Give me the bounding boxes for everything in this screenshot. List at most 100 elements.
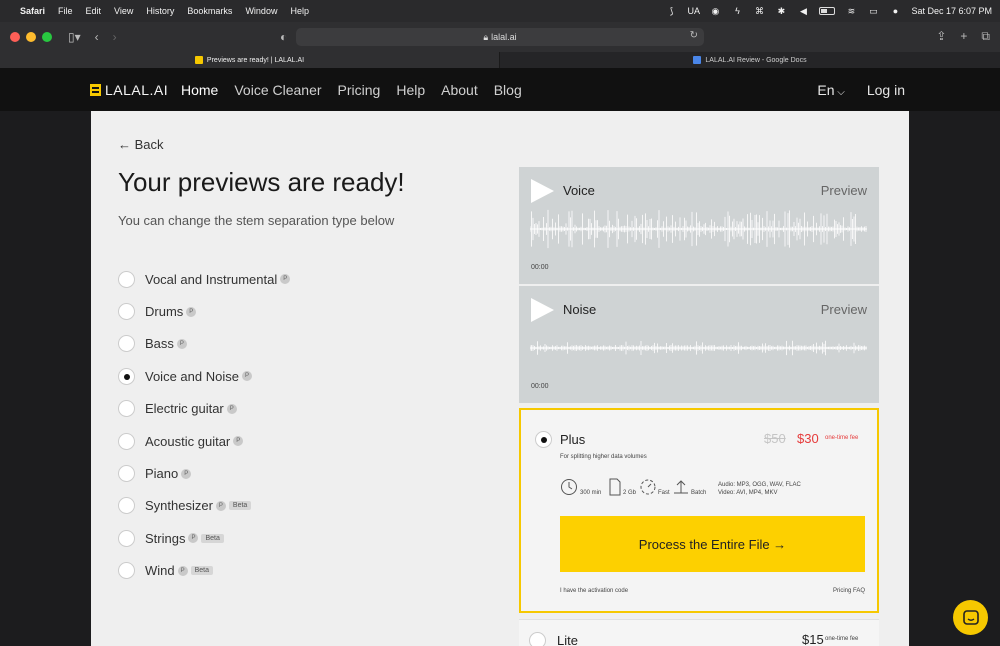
back-link[interactable]: ← Back xyxy=(118,137,164,152)
close-window-button[interactable] xyxy=(10,32,20,42)
plan-plus-card[interactable]: Plus $50 $30 one-time fee For splitting … xyxy=(519,408,879,613)
menu-app-name[interactable]: Safari xyxy=(20,6,45,16)
new-tab-icon[interactable]: + xyxy=(960,29,967,44)
option-label: Bass xyxy=(145,336,174,352)
option-synthesizer[interactable]: Synthesizer P Beta xyxy=(118,490,290,522)
option-strings[interactable]: Strings P Beta xyxy=(118,522,290,554)
tab-google-docs[interactable]: LALAL.AI Review - Google Docs xyxy=(500,52,1000,68)
nav-home[interactable]: Home xyxy=(181,82,218,98)
play-icon[interactable] xyxy=(531,298,554,322)
minimize-window-button[interactable] xyxy=(26,32,36,42)
language-label: En xyxy=(817,82,835,98)
activation-code-link[interactable]: I have the activation code xyxy=(560,588,628,594)
login-link[interactable]: Log in xyxy=(867,82,905,98)
menu-help[interactable]: Help xyxy=(290,6,309,16)
menu-window[interactable]: Window xyxy=(245,6,277,16)
option-wind[interactable]: Wind P Beta xyxy=(118,555,290,587)
plan-radio[interactable] xyxy=(529,632,546,646)
page-subtitle: You can change the stem separation type … xyxy=(118,213,395,228)
preview-panel: Voice Preview 00:00 Noise Preview 00:00 xyxy=(519,167,879,403)
nav-voice-cleaner[interactable]: Voice Cleaner xyxy=(234,82,321,98)
menubar-clock[interactable]: Sat Dec 17 6:07 PM xyxy=(911,6,992,16)
tab-bar: Previews are ready! | LALAL.AI LALAL.AI … xyxy=(0,52,1000,68)
volume-icon[interactable]: ◀ xyxy=(797,6,809,16)
premium-badge: P xyxy=(181,468,192,479)
bluetooth-icon[interactable]: ✱ xyxy=(775,6,787,16)
compass-icon[interactable]: ◉ xyxy=(709,6,721,16)
noise-waveform[interactable] xyxy=(530,326,867,370)
input-source[interactable]: UA xyxy=(687,6,700,16)
chat-icon xyxy=(962,609,979,625)
radio-button[interactable] xyxy=(118,270,135,288)
radio-button[interactable] xyxy=(118,529,135,547)
premium-badge: P xyxy=(176,338,187,349)
option-label: Voice and Noise xyxy=(145,368,239,384)
tab-overview-icon[interactable]: ⧉ xyxy=(981,29,990,44)
play-icon[interactable] xyxy=(531,179,554,203)
share-icon[interactable]: ⇪ xyxy=(936,29,946,44)
nav-pricing[interactable]: Pricing xyxy=(338,82,381,98)
voice-waveform[interactable] xyxy=(530,207,867,251)
plan-radio-selected[interactable] xyxy=(535,431,552,448)
sidebar-toggle-icon[interactable]: ▯▾ xyxy=(68,30,81,44)
broadcast-icon[interactable]: ⟆ xyxy=(665,6,677,16)
radio-button-selected[interactable] xyxy=(118,367,135,385)
lightning-icon[interactable]: ϟ xyxy=(731,6,743,16)
zoom-window-button[interactable] xyxy=(42,32,52,42)
forward-arrow-icon[interactable]: › xyxy=(113,30,117,44)
site-header: LALAL.AI Home Voice Cleaner Pricing Help… xyxy=(0,68,1000,111)
premium-badge: P xyxy=(280,274,291,285)
nav-help[interactable]: Help xyxy=(396,82,425,98)
option-bass[interactable]: Bass P xyxy=(118,328,290,360)
header-right: En ⌵ Log in xyxy=(817,82,905,98)
track-time: 00:00 xyxy=(531,383,549,390)
site-logo[interactable]: LALAL.AI xyxy=(90,82,168,98)
clock-icon xyxy=(561,479,577,495)
radio-button[interactable] xyxy=(118,562,135,580)
premium-badge: P xyxy=(226,403,237,414)
keyboard-icon[interactable]: ⌘ xyxy=(753,6,765,16)
video-formats: Video: AVI, MP4, MKV xyxy=(718,490,778,496)
radio-button[interactable] xyxy=(118,465,135,483)
plan-lite-card[interactable]: Lite $15 one-time fee xyxy=(519,619,879,646)
option-vocal-instrumental[interactable]: Vocal and Instrumental P xyxy=(118,263,291,295)
feature-speed: Fast xyxy=(640,478,670,496)
nav-about[interactable]: About xyxy=(441,82,478,98)
option-electric-guitar[interactable]: Electric guitar P xyxy=(118,393,290,425)
radio-button[interactable] xyxy=(118,335,135,353)
option-acoustic-guitar[interactable]: Acoustic guitar P xyxy=(118,425,290,457)
radio-button[interactable] xyxy=(118,400,135,418)
option-voice-noise[interactable]: Voice and Noise P xyxy=(118,360,290,392)
battery-icon[interactable] xyxy=(819,7,836,15)
menu-edit[interactable]: Edit xyxy=(86,6,102,16)
radio-button[interactable] xyxy=(118,432,135,450)
privacy-shield-icon[interactable]: ◐ xyxy=(280,30,287,44)
option-drums[interactable]: Drums P xyxy=(118,295,290,327)
language-select[interactable]: En ⌵ xyxy=(817,82,844,98)
radio-button[interactable] xyxy=(118,303,135,321)
tab-previews[interactable]: Previews are ready! | LALAL.AI xyxy=(0,52,500,68)
chat-support-button[interactable] xyxy=(953,600,988,635)
option-piano[interactable]: Piano P xyxy=(118,457,290,489)
wifi-icon[interactable]: ≋ xyxy=(845,6,857,16)
address-bar[interactable]: 🔒︎ lalal.ai ↻ xyxy=(296,28,704,46)
process-entire-file-button[interactable]: Process the Entire File → xyxy=(560,516,865,572)
reload-icon[interactable]: ↻ xyxy=(690,30,698,41)
menu-view[interactable]: View xyxy=(114,6,133,16)
main-content: ← Back Your previews are ready! You can … xyxy=(91,111,909,646)
menu-file[interactable]: File xyxy=(58,6,73,16)
separation-options: Vocal and Instrumental P Drums P Bass P … xyxy=(118,263,291,587)
back-arrow-icon[interactable]: ‹ xyxy=(95,30,99,44)
track-name: Noise xyxy=(563,302,597,317)
siri-icon[interactable]: ● xyxy=(889,6,901,16)
pricing-faq-link[interactable]: Pricing FAQ xyxy=(833,588,865,594)
control-center-icon[interactable]: ▭ xyxy=(867,6,879,16)
fee-label: one-time fee xyxy=(825,435,859,441)
beta-badge: Beta xyxy=(201,533,224,543)
nav-blog[interactable]: Blog xyxy=(494,82,522,98)
menu-bookmarks[interactable]: Bookmarks xyxy=(187,6,232,16)
premium-badge: P xyxy=(177,565,188,576)
menu-history[interactable]: History xyxy=(146,6,174,16)
radio-button[interactable] xyxy=(118,497,135,515)
track-preview-label: Preview xyxy=(820,183,867,198)
